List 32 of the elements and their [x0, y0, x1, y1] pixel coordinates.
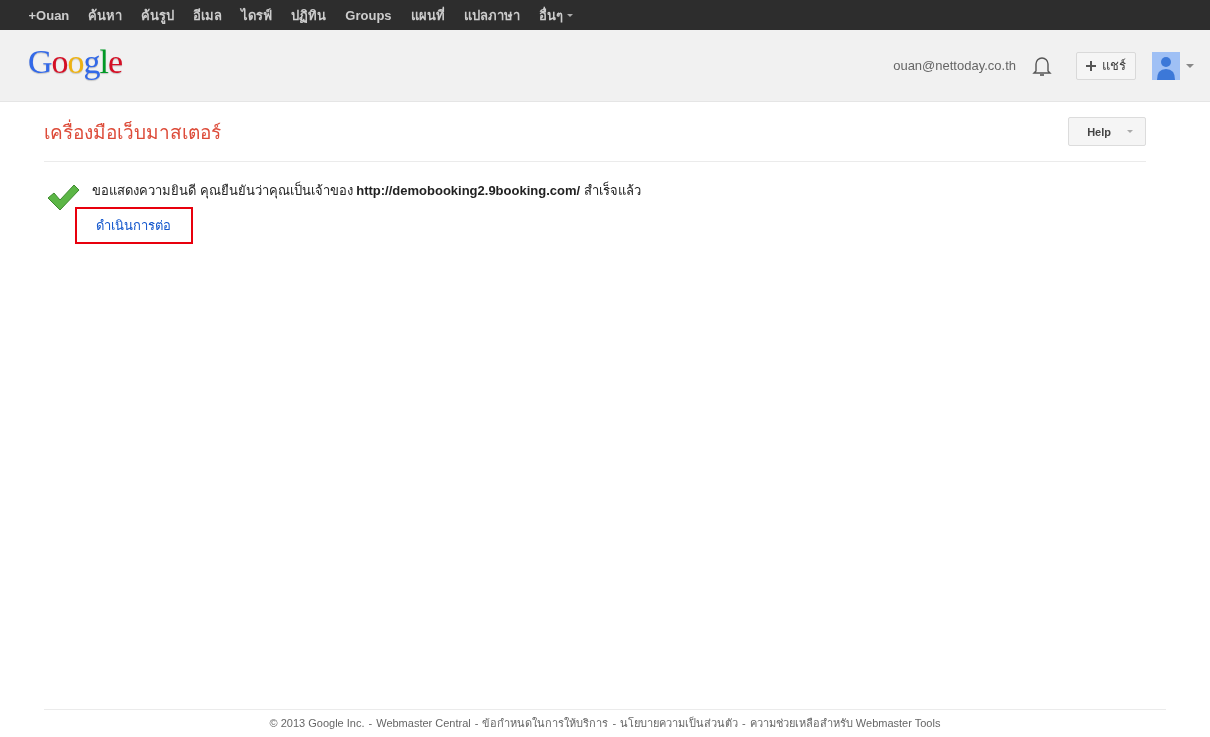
checkmark-icon	[46, 182, 80, 212]
nav-link[interactable]: Groups	[335, 7, 402, 23]
footer-link[interactable]: นโยบายความเป็นส่วนตัว	[620, 714, 739, 732]
nav-link[interactable]: ปฏิทิน	[281, 4, 336, 26]
page-title: เครื่องมือเว็บมาสเตอร์	[44, 118, 221, 145]
avatar-icon[interactable]	[1152, 51, 1180, 80]
copyright-text: © 2013 Google Inc.	[269, 717, 365, 729]
success-message: ขอแสดงความยินดี คุณยืนยันว่าคุณเป็นเจ้าของ http://demobooking2.9booking.com/ สำเร็จแล้ว	[92, 180, 641, 201]
logo[interactable]: Google	[28, 42, 123, 81]
separator-text: -	[742, 717, 746, 729]
continue-link[interactable]: ดำเนินการต่อ	[75, 207, 193, 244]
share-button[interactable]: แชร์	[1076, 51, 1136, 80]
nav-link[interactable]: อีเมล	[183, 4, 232, 26]
caret-icon[interactable]	[1186, 63, 1194, 68]
nav-link[interactable]: ไดรฟ์	[231, 4, 282, 26]
footer-link[interactable]: Webmaster Central	[376, 717, 471, 729]
footer-link[interactable]: ความช่วยเหลือสำหรับ Webmaster Tools	[749, 714, 941, 732]
footer-link[interactable]: ข้อกำหนดในการให้บริการ	[482, 714, 609, 732]
help-button[interactable]: Help	[1068, 117, 1146, 146]
bell-icon[interactable]	[1032, 54, 1052, 77]
plus-icon	[1086, 60, 1096, 71]
separator-text: -	[612, 717, 617, 729]
nav-link[interactable]: แผนที่	[401, 4, 455, 26]
nav-link[interactable]: อื่นๆ	[529, 4, 583, 26]
caret-icon	[566, 13, 573, 17]
separator-text: -	[368, 717, 373, 729]
nav-link[interactable]: +Ouan	[19, 7, 79, 23]
separator-text: -	[474, 717, 479, 729]
nav-link[interactable]: ค้นหา	[78, 4, 132, 26]
nav-link[interactable]: แปลภาษา	[454, 4, 530, 26]
nav-link[interactable]: ค้นรูป	[131, 4, 184, 26]
account-email[interactable]: ouan@nettoday.co.th	[893, 58, 1016, 73]
